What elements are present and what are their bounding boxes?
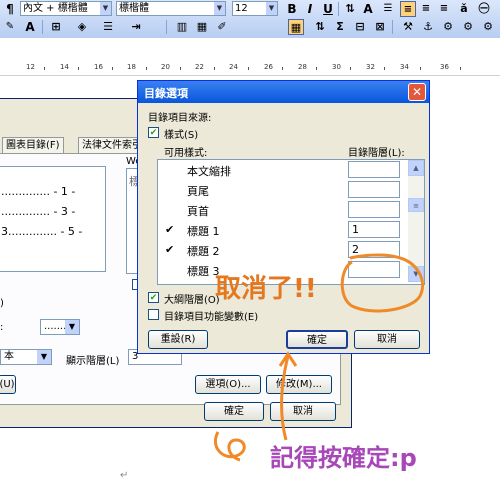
swirl-annotation [213, 431, 246, 462]
annotation-overlay [213, 253, 424, 462]
cancelled-annotation: 取消了!! [215, 274, 317, 304]
remember-annotation: 記得按確定:p [270, 444, 417, 472]
circle-annotation [340, 253, 424, 313]
paragraph-mark: ↵ [120, 470, 129, 481]
arrow-stroke [280, 355, 290, 441]
